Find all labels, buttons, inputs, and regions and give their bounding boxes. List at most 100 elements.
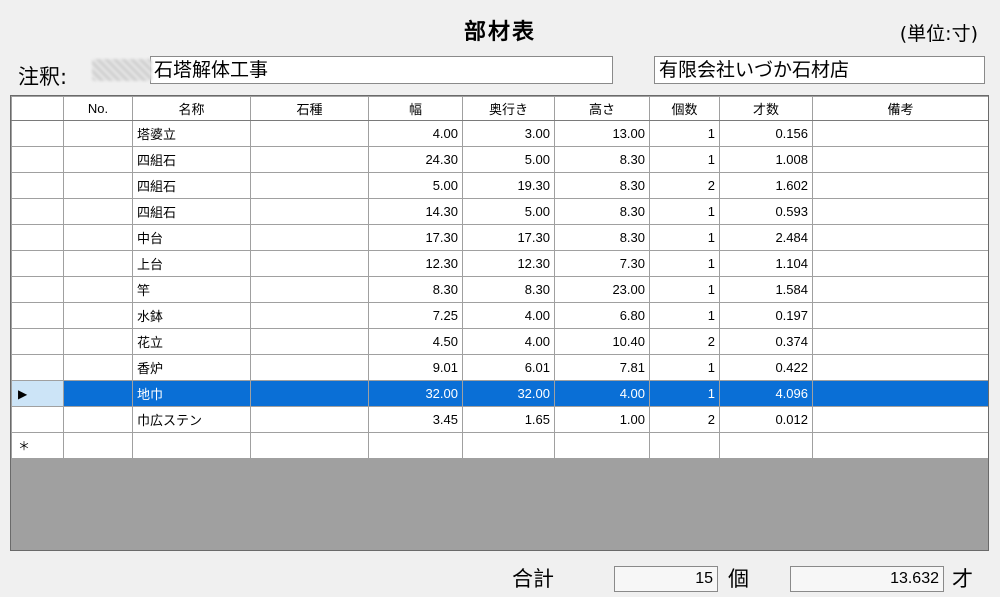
cell-width[interactable]: 8.30 bbox=[368, 276, 463, 303]
cell-height[interactable]: 7.81 bbox=[554, 354, 650, 381]
cell-depth[interactable]: 4.00 bbox=[462, 302, 555, 329]
cell-stone[interactable] bbox=[250, 250, 369, 277]
cell-volume[interactable] bbox=[719, 432, 813, 459]
table-row[interactable]: 中台 17.30 17.30 8.30 1 2.484 bbox=[11, 224, 988, 251]
cell-stone[interactable] bbox=[250, 406, 369, 433]
cell-count[interactable]: 2 bbox=[649, 406, 720, 433]
cell-height[interactable]: 13.00 bbox=[554, 120, 650, 147]
cell-count[interactable]: 1 bbox=[649, 276, 720, 303]
cell-name[interactable]: 竿 bbox=[132, 276, 251, 303]
cell-name[interactable]: 花立 bbox=[132, 328, 251, 355]
cell-name[interactable]: 水鉢 bbox=[132, 302, 251, 329]
cell-volume[interactable]: 0.156 bbox=[719, 120, 813, 147]
cell-height[interactable]: 1.00 bbox=[554, 406, 650, 433]
column-header-depth[interactable]: 奥行き bbox=[462, 96, 555, 121]
cell-remark[interactable] bbox=[812, 406, 988, 433]
row-header[interactable] bbox=[11, 354, 64, 381]
cell-stone[interactable] bbox=[250, 224, 369, 251]
table-row[interactable]: ▶ 地巾 32.00 32.00 4.00 1 4.096 bbox=[11, 380, 988, 407]
row-header[interactable] bbox=[11, 198, 64, 225]
cell-remark[interactable] bbox=[812, 224, 988, 251]
cell-no[interactable] bbox=[63, 224, 133, 251]
cell-volume[interactable]: 1.584 bbox=[719, 276, 813, 303]
cell-count[interactable] bbox=[649, 432, 720, 459]
cell-remark[interactable] bbox=[812, 302, 988, 329]
row-header[interactable]: ＊ bbox=[11, 432, 64, 459]
cell-height[interactable]: 4.00 bbox=[554, 380, 650, 407]
cell-depth[interactable]: 4.00 bbox=[462, 328, 555, 355]
cell-depth[interactable] bbox=[462, 432, 555, 459]
cell-height[interactable] bbox=[554, 432, 650, 459]
cell-count[interactable]: 2 bbox=[649, 328, 720, 355]
cell-name[interactable]: 四組石 bbox=[132, 198, 251, 225]
cell-stone[interactable] bbox=[250, 328, 369, 355]
cell-width[interactable]: 5.00 bbox=[368, 172, 463, 199]
cell-no[interactable] bbox=[63, 432, 133, 459]
cell-count[interactable]: 2 bbox=[649, 172, 720, 199]
cell-width[interactable]: 12.30 bbox=[368, 250, 463, 277]
cell-volume[interactable]: 1.104 bbox=[719, 250, 813, 277]
cell-count[interactable]: 1 bbox=[649, 302, 720, 329]
cell-name[interactable]: 四組石 bbox=[132, 146, 251, 173]
row-header[interactable]: ▶ bbox=[11, 380, 64, 407]
cell-no[interactable] bbox=[63, 172, 133, 199]
cell-stone[interactable] bbox=[250, 354, 369, 381]
cell-depth[interactable]: 17.30 bbox=[462, 224, 555, 251]
cell-no[interactable] bbox=[63, 276, 133, 303]
new-row[interactable]: ＊ bbox=[11, 432, 988, 459]
table-row[interactable]: 水鉢 7.25 4.00 6.80 1 0.197 bbox=[11, 302, 988, 329]
cell-volume[interactable]: 4.096 bbox=[719, 380, 813, 407]
column-header-height[interactable]: 高さ bbox=[554, 96, 650, 121]
table-row[interactable]: 四組石 24.30 5.00 8.30 1 1.008 bbox=[11, 146, 988, 173]
cell-stone[interactable] bbox=[250, 146, 369, 173]
cell-width[interactable]: 4.00 bbox=[368, 120, 463, 147]
cell-volume[interactable]: 0.197 bbox=[719, 302, 813, 329]
cell-remark[interactable] bbox=[812, 250, 988, 277]
table-row[interactable]: 四組石 5.00 19.30 8.30 2 1.602 bbox=[11, 172, 988, 199]
row-header[interactable] bbox=[11, 120, 64, 147]
cell-width[interactable]: 7.25 bbox=[368, 302, 463, 329]
cell-remark[interactable] bbox=[812, 380, 988, 407]
cell-remark[interactable] bbox=[812, 328, 988, 355]
cell-count[interactable]: 1 bbox=[649, 354, 720, 381]
cell-stone[interactable] bbox=[250, 276, 369, 303]
cell-width[interactable]: 17.30 bbox=[368, 224, 463, 251]
corner-header[interactable] bbox=[11, 96, 64, 121]
cell-volume[interactable]: 0.422 bbox=[719, 354, 813, 381]
cell-remark[interactable] bbox=[812, 276, 988, 303]
cell-name[interactable]: 地巾 bbox=[132, 380, 251, 407]
cell-depth[interactable]: 32.00 bbox=[462, 380, 555, 407]
row-header[interactable] bbox=[11, 172, 64, 199]
cell-count[interactable]: 1 bbox=[649, 198, 720, 225]
cell-width[interactable]: 32.00 bbox=[368, 380, 463, 407]
cell-no[interactable] bbox=[63, 354, 133, 381]
cell-count[interactable]: 1 bbox=[649, 146, 720, 173]
cell-width[interactable]: 14.30 bbox=[368, 198, 463, 225]
cell-depth[interactable]: 1.65 bbox=[462, 406, 555, 433]
row-header[interactable] bbox=[11, 328, 64, 355]
cell-height[interactable]: 8.30 bbox=[554, 224, 650, 251]
column-header-remark[interactable]: 備考 bbox=[812, 96, 988, 121]
cell-width[interactable] bbox=[368, 432, 463, 459]
cell-no[interactable] bbox=[63, 146, 133, 173]
column-header-volume[interactable]: 才数 bbox=[719, 96, 813, 121]
table-row[interactable]: 四組石 14.30 5.00 8.30 1 0.593 bbox=[11, 198, 988, 225]
table-row[interactable]: 巾広ステン 3.45 1.65 1.00 2 0.012 bbox=[11, 406, 988, 433]
cell-height[interactable]: 23.00 bbox=[554, 276, 650, 303]
cell-width[interactable]: 3.45 bbox=[368, 406, 463, 433]
column-header-name[interactable]: 名称 bbox=[132, 96, 251, 121]
cell-count[interactable]: 1 bbox=[649, 380, 720, 407]
table-row[interactable]: 香炉 9.01 6.01 7.81 1 0.422 bbox=[11, 354, 988, 381]
cell-name[interactable]: 中台 bbox=[132, 224, 251, 251]
row-header[interactable] bbox=[11, 406, 64, 433]
cell-no[interactable] bbox=[63, 198, 133, 225]
row-header[interactable] bbox=[11, 146, 64, 173]
cell-stone[interactable] bbox=[250, 432, 369, 459]
cell-volume[interactable]: 1.008 bbox=[719, 146, 813, 173]
cell-stone[interactable] bbox=[250, 380, 369, 407]
table-row[interactable]: 上台 12.30 12.30 7.30 1 1.104 bbox=[11, 250, 988, 277]
cell-no[interactable] bbox=[63, 302, 133, 329]
cell-volume[interactable]: 2.484 bbox=[719, 224, 813, 251]
cell-height[interactable]: 6.80 bbox=[554, 302, 650, 329]
cell-no[interactable] bbox=[63, 380, 133, 407]
